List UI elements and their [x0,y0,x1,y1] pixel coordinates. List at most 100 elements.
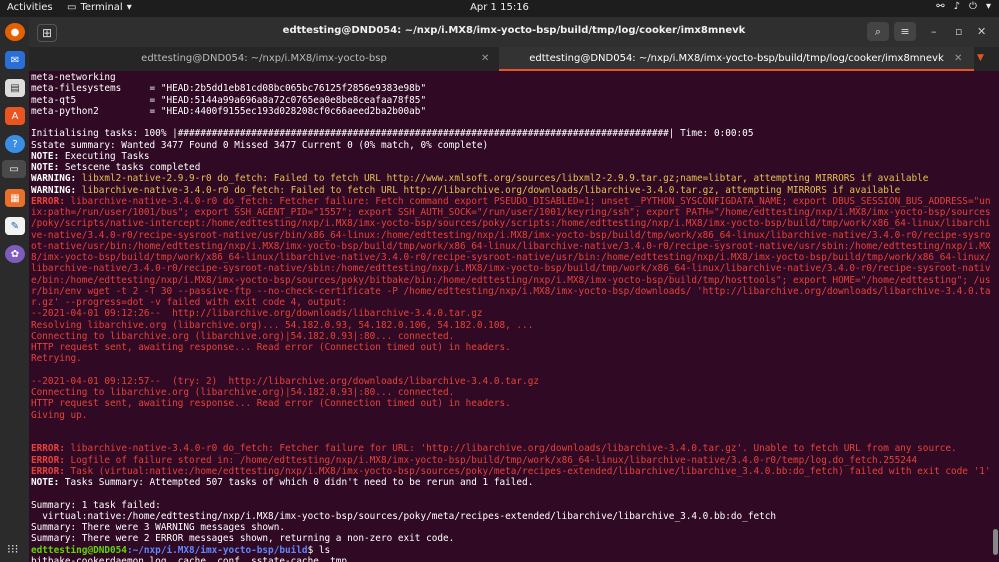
volume-icon: ♪ [953,1,961,12]
power-icon: ⏻ [969,1,977,12]
line-prefix: ERROR: [31,454,65,466]
thunderbird-icon[interactable]: ✉ [5,51,25,69]
tab-close-icon[interactable]: ✕ [481,47,489,71]
document-viewer-icon[interactable]: ▦ [5,189,25,207]
software-icon[interactable]: A [5,107,25,125]
clock[interactable]: Apr 1 15:16 [0,2,999,13]
terminal-line: Retrying. [31,353,991,364]
terminal-line: Sstate summary: Wanted 3477 Found 0 Miss… [31,140,991,151]
line-text: Logfile of failure stored in: /home/edtt… [64,454,918,466]
network-icon: ⚯ [936,1,945,12]
line-text: --2021-04-01 09:12:57-- (try: 2) http://… [31,375,539,387]
line-text: Summary: There were 3 WARNING messages s… [31,522,285,533]
line-prefix: WARNING: [31,184,77,196]
terminal-line: virtual:native:/home/edttesting/nxp/i.MX… [31,511,991,522]
terminal-line: Summary: There were 2 ERROR messages sho… [31,533,991,544]
firefox-icon[interactable]: ● [5,23,25,41]
terminal-line: Summary: 1 task failed: [31,500,991,511]
line-text: meta-python2 = "HEAD:4400f9155ec193d0282… [31,105,427,117]
line-text: Setscene tasks completed [59,162,201,173]
line-text: Initialising tasks: 100% |##############… [31,128,754,140]
prompt-user: edttesting@DND054 [31,544,127,556]
line-text: ve-native/3.4.0-r0/recipe-sysroot-native… [31,229,991,241]
terminal-line: Summary: There were 3 WARNING messages s… [31,522,991,533]
line-text: HTTP request sent, awaiting response... … [31,342,511,353]
line-prefix: ERROR: [31,443,65,455]
tabs-dropdown-icon[interactable]: ▼ [977,53,984,63]
terminal-line: edttesting@DND054:~/nxp/i.MX8/imx-yocto-… [31,545,991,556]
line-text: Retrying. [31,353,82,365]
top-bar: Activities ▭ Terminal ▾ Apr 1 15:16 ⚯ ♪ … [0,0,999,17]
line-text: meta-qt5 = "HEAD:5144a99a696a8a72c0765ea… [31,94,427,106]
line-text: Tasks Summary: Attempted 507 tasks of wh… [59,477,534,488]
terminal-line: ix:path=/run/user/1001/bus"; export SSH_… [31,207,991,218]
header-bar: ⊞ edttesting@DND054: ~/nxp/i.MX8/imx-yoc… [29,17,999,47]
terminal-line: --2021-04-01 09:12:57-- (try: 2) http://… [31,376,991,387]
line-text: $ ls [307,544,331,556]
terminal-line: Connecting to libarchive.org (libarchive… [31,387,991,398]
terminal-line: r/bin/env wget -t 2 -T 30 --passive-ftp … [31,286,991,297]
line-text: libxml2-native-2.9.9-r0 do_fetch: Failed… [76,173,929,185]
terminal-line: ot-native/usr/bin:/home/edttesting/nxp/i… [31,241,991,252]
tab-close-icon[interactable]: ✕ [954,47,962,71]
line-text: r.gz' --progress=dot -v failed with exit… [31,297,348,308]
help-icon[interactable]: ? [5,135,25,153]
terminal-line: ERROR: libarchive-native-3.4.0-r0 do_fet… [31,196,991,207]
system-tray[interactable]: ⚯ ♪ ⏻ ▾ [936,1,991,12]
terminal-line: HTTP request sent, awaiting response... … [31,398,991,409]
terminal-line: bitbake-cookerdaemon.log cache conf ssta… [31,556,991,562]
line-text: 8/imx-yocto-bsp/build/tmp/work/x86_64-li… [31,252,991,263]
terminal-line: 8/imx-yocto-bsp/build/tmp/work/x86_64-li… [31,252,991,263]
tab-label: edttesting@DND054: ~/nxp/i.MX8/imx-yocto… [141,53,387,64]
line-text: Sstate summary: Wanted 3477 Found 0 Miss… [31,139,489,151]
terminal-window: ⊞ edttesting@DND054: ~/nxp/i.MX8/imx-yoc… [29,17,999,562]
line-prefix: NOTE: [31,162,60,173]
terminal-line: NOTE: Tasks Summary: Attempted 507 tasks… [31,477,991,488]
line-text: Summary: 1 task failed: [31,499,161,511]
line-text: --2021-04-01 09:12:26-- http://libarchiv… [31,308,483,320]
terminal-line: ERROR: Task (virtual:native:/home/edttes… [31,466,991,477]
tab-2[interactable]: edttesting@DND054: ~/nxp/i.MX8/imx-yocto… [499,47,974,71]
line-text: libarchive-native-3.4.0-r0 do_fetch: Fai… [76,184,901,196]
terminal-line: WARNING: libxml2-native-2.9.9-r0 do_fetc… [31,173,991,184]
line-prefix: NOTE: [31,150,60,162]
line-text: bitbake-cookerdaemon.log cache conf ssta… [31,555,348,562]
line-text: libarchive-native-3.4.0-r0 do_fetch: Fet… [64,195,991,207]
terminal-line: /poky/scripts/native-intercept:/home/edt… [31,218,991,229]
terminal-line: libarchive-native/3.4.0-r0/recipe-sysroo… [31,263,991,274]
line-text: Task (virtual:native:/home/edttesting/nx… [64,465,991,477]
terminal-line: ERROR: Logfile of failure stored in: /ho… [31,455,991,466]
line-text: libarchive-native/3.4.0-r0/recipe-sysroo… [31,263,991,275]
terminal-icon[interactable]: ▭ [2,160,26,178]
text-editor-icon[interactable]: ✎ [5,217,25,235]
line-text: Giving up. [31,409,88,421]
line-text: Connecting to libarchive.org (libarchive… [31,330,455,342]
terminal-line: Initialising tasks: 100% |##############… [31,128,991,139]
line-text: Resolving libarchive.org (libarchive.org… [31,319,534,331]
minimize-icon[interactable]: – [931,25,937,38]
terminal-line: Connecting to libarchive.org (libarchive… [31,331,991,342]
show-applications-icon[interactable]: ⁝⁝⁝ [7,542,18,556]
search-icon[interactable]: ⌕ [867,22,889,41]
terminal-line: NOTE: Setscene tasks completed [31,162,991,173]
terminal-line: ERROR: libarchive-native-3.4.0-r0 do_fet… [31,443,991,454]
terminal-line: Giving up. [31,410,991,421]
line-prefix: ERROR: [31,465,65,477]
settings-icon[interactable]: ✿ [5,245,25,263]
line-text: ot-native/usr/bin:/home/edttesting/nxp/i… [31,240,991,252]
maximize-icon[interactable]: ▫ [955,25,962,38]
terminal-line: r.gz' --progress=dot -v failed with exit… [31,297,991,308]
hamburger-menu-icon[interactable]: ≡ [894,22,916,41]
files-icon[interactable]: ▤ [5,79,25,97]
close-icon[interactable]: ✕ [977,25,986,38]
tab-1[interactable]: edttesting@DND054: ~/nxp/i.MX8/imx-yocto… [29,47,499,71]
terminal-line: HTTP request sent, awaiting response... … [31,342,991,353]
terminal-output[interactable]: meta-networking meta-filesystems = "HEAD:… [29,72,991,562]
scrollbar[interactable] [993,529,998,555]
line-text: ix:path=/run/user/1001/bus"; export SSH_… [31,207,991,218]
